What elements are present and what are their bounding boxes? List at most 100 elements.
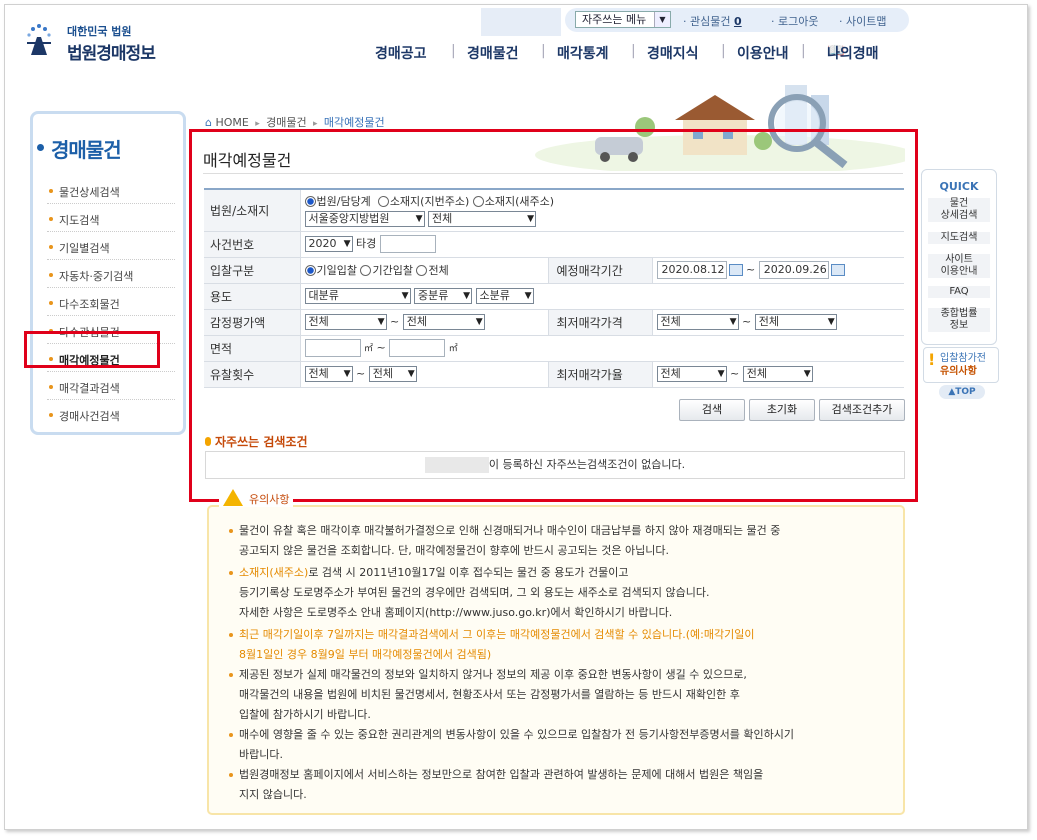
util-link-logout[interactable]: · 로그아웃 bbox=[771, 13, 818, 29]
appraisal-label: 감정평가액 bbox=[204, 309, 301, 336]
radio-court-label: 법원/담당계 bbox=[316, 195, 371, 209]
divider bbox=[47, 371, 175, 372]
logo-small-text: 대한민국 법원 bbox=[67, 25, 132, 38]
fail-from-select[interactable]: 전체 ▼ bbox=[304, 366, 353, 382]
usage-mid-select[interactable]: 중분류 ▼ bbox=[414, 288, 472, 304]
quick-item-site-guide[interactable]: 사이트 이용안내 bbox=[928, 254, 990, 278]
radio-lot-address[interactable] bbox=[377, 196, 389, 208]
department-select[interactable]: 전체 ▼ bbox=[428, 211, 536, 228]
case-year-select[interactable]: 2020 ▼ bbox=[304, 236, 353, 252]
radio-date-bid[interactable] bbox=[304, 265, 316, 276]
bid-caution-link[interactable]: ! 입찰참가전 유의사항 bbox=[923, 347, 999, 383]
usage-small-select[interactable]: 소분류 ▼ bbox=[475, 288, 534, 304]
chevron-down-icon: ▼ bbox=[415, 214, 423, 225]
appraisal-from-select[interactable]: 전체 ▼ bbox=[304, 314, 387, 330]
breadcrumb-level1[interactable]: 경매물건 bbox=[266, 116, 306, 129]
radio-all-bid[interactable] bbox=[416, 265, 428, 276]
quick-item-map-search[interactable]: 지도검색 bbox=[928, 232, 990, 244]
notice-line: 제공된 정보가 실제 매각물건의 정보와 일치하지 않거나 정보의 제공 이후 … bbox=[229, 665, 747, 685]
calendar-icon[interactable] bbox=[728, 264, 743, 276]
min-price-from-select[interactable]: 전체 ▼ bbox=[656, 314, 739, 330]
chevron-down-icon: ▼ bbox=[524, 291, 532, 301]
min-rate-to-value: 전체 bbox=[746, 367, 767, 380]
fail-to-select[interactable]: 전체 ▼ bbox=[368, 366, 417, 382]
date-from-input[interactable]: 2020.08.12 bbox=[656, 261, 727, 279]
nav-item-auction-items[interactable]: 경매물건 bbox=[467, 43, 519, 63]
min-rate-to-select[interactable]: 전체 ▼ bbox=[742, 366, 813, 382]
notice-title: 유의사항 bbox=[219, 489, 294, 507]
court-select-value: 서울중앙지방법원 bbox=[308, 212, 390, 226]
quick-item-detail-search[interactable]: 물건 상세검색 bbox=[928, 198, 990, 222]
notice-line: 자세한 사항은 도로명주소 안내 홈페이지(http://www.juso.go… bbox=[239, 603, 672, 623]
radio-court[interactable] bbox=[304, 196, 316, 208]
tilde: ~ bbox=[746, 263, 756, 276]
quick-item-faq[interactable]: FAQ bbox=[928, 286, 990, 298]
court-logo[interactable]: 대한민국 법원 법원경매정보 bbox=[23, 17, 183, 65]
util-link-sitemap[interactable]: · 사이트맵 bbox=[839, 13, 886, 29]
chevron-down-icon: ▼ bbox=[463, 291, 470, 301]
notice-text: 최근 매각기일이후 7일까지는 매각결과검색에서 그 이후는 매각예정물건에서 … bbox=[239, 628, 755, 641]
notice-line: 물건이 유찰 혹은 매각이후 매각불허가결정으로 인해 신경매되거나 매수인이 … bbox=[229, 521, 780, 541]
quick-menu-select[interactable]: 자주쓰는 메뉴 ▼ bbox=[575, 11, 671, 28]
nav-separator: | bbox=[451, 43, 456, 59]
sidebar-item-map-search[interactable]: 지도검색 bbox=[48, 212, 99, 228]
util-link-sitemap-label: 사이트맵 bbox=[846, 15, 887, 28]
area-to-input[interactable] bbox=[389, 339, 446, 357]
case-number-input[interactable] bbox=[379, 235, 436, 253]
quick-menu: QUICK 물건 상세검색 지도검색 사이트 이용안내 FAQ 종합법률 정보 bbox=[921, 169, 997, 345]
favorite-conditions-box: 이 등록하신 자주쓰는검색조건이 없습니다. bbox=[205, 451, 905, 479]
nav-item-auction-knowledge[interactable]: 경매지식 bbox=[647, 43, 699, 63]
radio-new-address-label: 소재지(새주소) bbox=[484, 195, 555, 209]
radio-new-address[interactable] bbox=[472, 196, 484, 208]
chevron-down-icon: ▼ bbox=[343, 369, 351, 379]
appraisal-to-select[interactable]: 전체 ▼ bbox=[402, 314, 485, 330]
browser-page: 대한민국 법원 법원경매정보 자주쓰는 메뉴 ▼ · 관심물건 0 · 로그아웃… bbox=[4, 4, 1028, 830]
notice-text: 매수에 영향을 줄 수 있는 중요한 권리관계의 변동사항이 있을 수 있으므로… bbox=[239, 728, 794, 741]
util-link-interest[interactable]: · 관심물건 0 bbox=[683, 13, 742, 29]
nav-item-my-auction-label: 나의경매 bbox=[827, 46, 879, 62]
nav-item-auction-notice[interactable]: 경매공고 bbox=[375, 43, 427, 63]
min-rate-from-select[interactable]: 전체 ▼ bbox=[656, 366, 727, 382]
divider bbox=[47, 315, 175, 316]
min-price-to-value: 전체 bbox=[758, 315, 779, 328]
radio-period-bid[interactable] bbox=[360, 265, 372, 276]
min-price-to-select[interactable]: 전체 ▼ bbox=[754, 314, 837, 330]
chevron-down-icon: ▼ bbox=[401, 291, 409, 301]
chevron-down-icon: ▼ bbox=[717, 369, 725, 379]
area-unit: ㎡ bbox=[364, 344, 374, 354]
date-to-input[interactable]: 2020.09.26 bbox=[758, 261, 829, 279]
nav-item-sale-stats[interactable]: 매각통계 bbox=[557, 43, 609, 63]
court-select[interactable]: 서울중앙지방법원 ▼ bbox=[304, 211, 425, 228]
court-emblem-icon bbox=[27, 24, 51, 55]
sidebar-item-case-search[interactable]: 경매사건검색 bbox=[49, 408, 120, 424]
sidebar-item-date-search[interactable]: 기일별검색 bbox=[49, 240, 110, 256]
reset-button[interactable]: 초기화 bbox=[749, 399, 815, 421]
quick-item-label: FAQ bbox=[949, 286, 969, 297]
nav-item-guide[interactable]: 이용안내 bbox=[737, 43, 789, 63]
notice-text: 지지 않습니다. bbox=[239, 788, 307, 801]
area-label: 면적 bbox=[204, 335, 301, 362]
util-link-logout-label: 로그아웃 bbox=[778, 15, 819, 28]
chevron-down-icon: ▼ bbox=[475, 317, 483, 327]
add-condition-button[interactable]: 검색조건추가 bbox=[819, 399, 905, 421]
notice-text: 매각물건의 내용을 법원에 비치된 물건명세서, 현황조사서 또는 감정평가서를… bbox=[239, 688, 740, 701]
exclamation-icon: ! bbox=[928, 350, 936, 369]
sidebar-item-most-viewed[interactable]: 다수조회물건 bbox=[49, 296, 120, 312]
bid-caution-line1: 입찰참가전 bbox=[940, 353, 986, 364]
sidebar-item-sale-results[interactable]: 매각결과검색 bbox=[49, 380, 120, 396]
chevron-down-icon: ▼ bbox=[377, 317, 385, 327]
search-button[interactable]: 검색 bbox=[679, 399, 745, 421]
usage-large-select[interactable]: 대분류 ▼ bbox=[304, 288, 411, 304]
top-button[interactable]: ▲TOP bbox=[939, 385, 985, 399]
sidebar-item-detail-search[interactable]: 물건상세검색 bbox=[49, 184, 120, 200]
chevron-down-icon: ▼ bbox=[827, 317, 835, 327]
breadcrumb-home[interactable]: HOME bbox=[215, 116, 248, 129]
area-from-input[interactable] bbox=[304, 339, 361, 357]
nav-separator: | bbox=[801, 43, 806, 59]
quick-item-legal-info[interactable]: 종합법률 정보 bbox=[928, 308, 990, 332]
sidebar-item-vehicle-search[interactable]: 자동차·중기검색 bbox=[48, 268, 133, 284]
radio-lot-address-label: 소재지(지번주소) bbox=[389, 195, 470, 209]
bid-caution-line2: 유의사항 bbox=[940, 366, 977, 377]
calendar-icon[interactable] bbox=[830, 264, 845, 276]
favorite-conditions-title-text: 자주쓰는 검색조건 bbox=[215, 435, 308, 449]
